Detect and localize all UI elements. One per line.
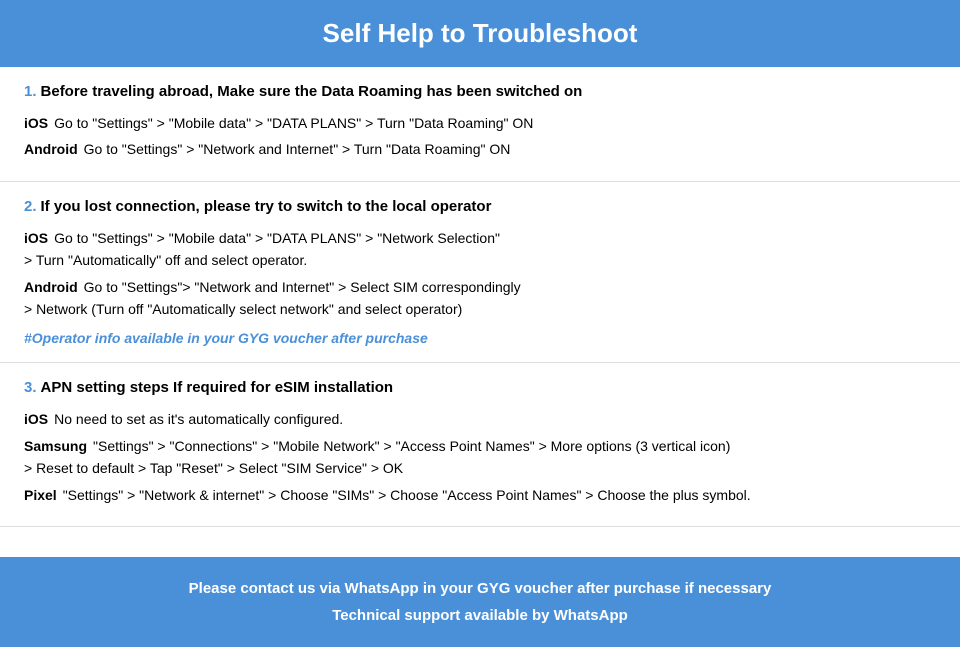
page-title: Self Help to Troubleshoot	[20, 18, 940, 49]
section-1-item-2: Android Go to "Settings" > "Network and I…	[24, 138, 936, 160]
section-1-title-text: Before traveling abroad, Make sure the D…	[41, 83, 583, 100]
item-line-2-1-2: > Turn "Automatically" off and select op…	[24, 252, 307, 268]
platform-label-3-2: Samsung	[24, 438, 87, 454]
page-footer: Please contact us via WhatsApp in your G…	[0, 557, 960, 647]
section-2-number: 2.	[24, 198, 37, 215]
item-line-3-1-1: No need to set as it's automatically con…	[54, 411, 343, 427]
page-header: Self Help to Troubleshoot	[0, 0, 960, 67]
item-line-3-2-1: "Settings" > "Connections" > "Mobile Net…	[93, 438, 730, 454]
section-3-title-text: APN setting steps If required for eSIM i…	[41, 379, 394, 396]
item-line-1-1-1: Go to "Settings" > "Mobile data" > "DATA…	[54, 115, 533, 131]
item-line-2-2-1: Go to "Settings"> "Network and Internet"…	[84, 279, 521, 295]
item-line-1-2-1: Go to "Settings" > "Network and Internet…	[84, 141, 511, 157]
sections-container: 1.Before traveling abroad, Make sure the…	[0, 67, 960, 557]
section-1-number: 1.	[24, 83, 37, 100]
section-3-item-2: Samsung "Settings" > "Connections" > "Mob…	[24, 435, 936, 480]
platform-label-1-2: Android	[24, 141, 78, 157]
section-1-title: 1.Before traveling abroad, Make sure the…	[24, 83, 936, 100]
section-2-title: 2.If you lost connection, please try to …	[24, 198, 936, 215]
item-line-3-3-1: "Settings" > "Network & internet" > Choo…	[63, 487, 751, 503]
section-3: 3.APN setting steps If required for eSIM…	[0, 363, 960, 527]
section-1-item-1: iOS Go to "Settings" > "Mobile data" > "D…	[24, 112, 936, 134]
section-2: 2.If you lost connection, please try to …	[0, 182, 960, 364]
section-2-item-1: iOS Go to "Settings" > "Mobile data" > "D…	[24, 227, 936, 272]
footer-line2: Technical support available by WhatsApp	[20, 602, 940, 629]
main-content: 1.Before traveling abroad, Make sure the…	[0, 67, 960, 647]
section-3-item-1: iOS No need to set as it's automatically …	[24, 408, 936, 430]
platform-label-1-1: iOS	[24, 115, 48, 131]
item-line-3-2-2: > Reset to default > Tap "Reset" > Selec…	[24, 460, 403, 476]
footer-line1: Please contact us via WhatsApp in your G…	[20, 575, 940, 602]
platform-label-2-2: Android	[24, 279, 78, 295]
section-2-item-2: Android Go to "Settings"> "Network and In…	[24, 276, 936, 321]
item-line-2-2-2: > Network (Turn off "Automatically selec…	[24, 301, 462, 317]
item-line-2-1-1: Go to "Settings" > "Mobile data" > "DATA…	[54, 230, 500, 246]
section-3-item-3: Pixel "Settings" > "Network & internet" >…	[24, 484, 936, 506]
section-2-title-text: If you lost connection, please try to sw…	[41, 198, 492, 215]
platform-label-3-3: Pixel	[24, 487, 57, 503]
section-2-highlight: #Operator info available in your GYG vou…	[24, 330, 936, 346]
section-3-title: 3.APN setting steps If required for eSIM…	[24, 379, 936, 396]
section-3-number: 3.	[24, 379, 37, 396]
platform-label-2-1: iOS	[24, 230, 48, 246]
section-1: 1.Before traveling abroad, Make sure the…	[0, 67, 960, 182]
platform-label-3-1: iOS	[24, 411, 48, 427]
